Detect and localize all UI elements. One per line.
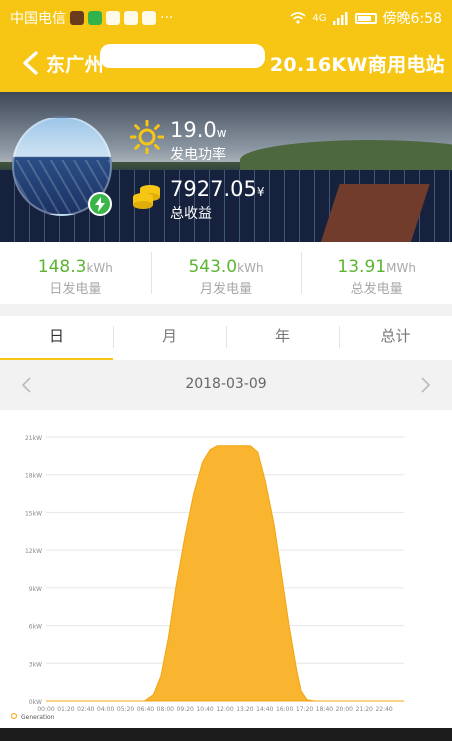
y-tick-label: 6kW xyxy=(29,624,42,631)
tab-year[interactable]: 年 xyxy=(226,316,339,360)
income-value: 7927.05 xyxy=(170,177,257,201)
power-value: 19.0 xyxy=(170,118,217,142)
y-tick-label: 12kW xyxy=(25,548,42,555)
chevron-right-icon[interactable] xyxy=(416,376,434,394)
period-tabs: 日 月 年 总计 xyxy=(0,316,452,360)
y-tick-label: 9kW xyxy=(29,586,42,593)
app-screen: 中国电信 ··· 4G 傍晚6:58 东广州 20.16KW商用电站 19.0w… xyxy=(0,0,452,741)
x-tick-label: 12:00 xyxy=(216,706,233,713)
tab-total[interactable]: 总计 xyxy=(339,316,452,360)
stat-value: 148.3 xyxy=(37,257,87,277)
carrier-label: 中国电信 xyxy=(10,11,66,27)
x-tick-label: 08:00 xyxy=(157,706,174,713)
news-app-icon xyxy=(106,11,120,25)
stat-unit: kWh xyxy=(86,261,113,275)
x-tick-label: 04:00 xyxy=(97,706,114,713)
x-tick-label: 21:20 xyxy=(356,706,373,713)
stat-unit: MWh xyxy=(386,261,416,275)
chart-canvas: 0kW 3kW 6kW 9kW 12kW 15kW 18kW 21kW 00:00 01:20 02… xyxy=(10,435,404,721)
title-suffix: 20.16KW商用电站 xyxy=(269,54,445,76)
x-tick-label: 14:40 xyxy=(256,706,273,713)
x-tick-label: 16:00 xyxy=(276,706,293,713)
stat-unit: kWh xyxy=(237,261,264,275)
y-tick-label: 3kW xyxy=(29,661,42,668)
tab-month[interactable]: 月 xyxy=(113,316,226,360)
x-tick-label: 02:40 xyxy=(77,706,94,713)
generation-area xyxy=(46,445,404,702)
income-metric: 7927.05¥ 总收益 xyxy=(170,177,264,223)
x-tick-label: 10:40 xyxy=(196,706,213,713)
power-label: 发电功率 xyxy=(170,147,226,163)
coins-icon xyxy=(133,185,160,209)
stat-monthly: 543.0kWh 月发电量 xyxy=(150,242,302,304)
x-tick-label: 17:20 xyxy=(296,706,313,713)
x-tick-label: 00:00 xyxy=(37,706,54,713)
status-left: 中国电信 ··· xyxy=(10,8,173,28)
title-prefix: 东广州 xyxy=(46,54,104,76)
x-tick-label: 22:40 xyxy=(375,706,392,713)
date-navigator: 2018-03-09 xyxy=(0,360,452,410)
y-tick-label: 15kW xyxy=(25,510,42,517)
income-label: 总收益 xyxy=(170,206,212,222)
lightning-icon xyxy=(88,192,112,216)
legend-marker xyxy=(10,712,18,720)
cloud-app-icon xyxy=(124,11,138,25)
x-tick-label: 13:20 xyxy=(236,706,253,713)
video-app-icon xyxy=(70,11,84,25)
status-bar: 中国电信 ··· 4G 傍晚6:58 xyxy=(0,0,452,34)
battery-icon xyxy=(354,12,377,24)
back-arrow-icon[interactable] xyxy=(20,50,44,76)
power-metric: 19.0w 发电功率 xyxy=(170,118,227,164)
status-right: 4G 傍晚6:58 xyxy=(290,8,442,28)
power-unit: w xyxy=(216,126,227,140)
y-tick-label: 0kW xyxy=(29,699,42,706)
tab-day[interactable]: 日 xyxy=(0,316,113,360)
stat-total: 13.91MWh 总发电量 xyxy=(301,242,452,304)
system-nav-bar xyxy=(0,728,452,741)
x-tick-label: 20:00 xyxy=(336,706,353,713)
x-tick-label: 01:20 xyxy=(57,706,74,713)
y-tick-label: 18kW xyxy=(25,473,42,480)
stat-label: 日发电量 xyxy=(49,282,102,297)
stat-value: 543.0 xyxy=(188,257,238,277)
x-tick-label: 09:20 xyxy=(177,706,194,713)
signal-icon xyxy=(332,12,348,25)
stat-label: 月发电量 xyxy=(200,282,253,297)
x-tick-label: 05:20 xyxy=(117,706,134,713)
redaction-mask xyxy=(100,44,265,68)
x-tick-label: 06:40 xyxy=(137,706,154,713)
stat-label: 总发电量 xyxy=(350,282,403,297)
legend-label: Generation xyxy=(21,714,55,721)
income-unit: ¥ xyxy=(256,185,265,199)
app-header: 东广州 20.16KW商用电站 xyxy=(0,34,452,92)
generation-chart: 0kW 3kW 6kW 9kW 12kW 15kW 18kW 21kW 00:00 01:20 02… xyxy=(0,410,452,728)
sun-icon xyxy=(130,120,164,154)
energy-stats: 148.3kWh 日发电量 543.0kWh 月发电量 13.91MWh 总发电… xyxy=(0,242,452,304)
y-tick-label: 21kW xyxy=(25,435,42,442)
network-label: 4G xyxy=(312,12,327,24)
stat-value: 13.91 xyxy=(337,257,387,277)
more-dots: ··· xyxy=(160,10,174,26)
selected-date: 2018-03-09 xyxy=(185,376,267,392)
wifi-icon xyxy=(290,12,306,24)
clock-label: 傍晚6:58 xyxy=(382,11,442,27)
chat-app-icon xyxy=(142,11,156,25)
stat-daily: 148.3kWh 日发电量 xyxy=(0,242,151,304)
play-app-icon xyxy=(88,11,102,25)
x-tick-label: 18:40 xyxy=(316,706,333,713)
